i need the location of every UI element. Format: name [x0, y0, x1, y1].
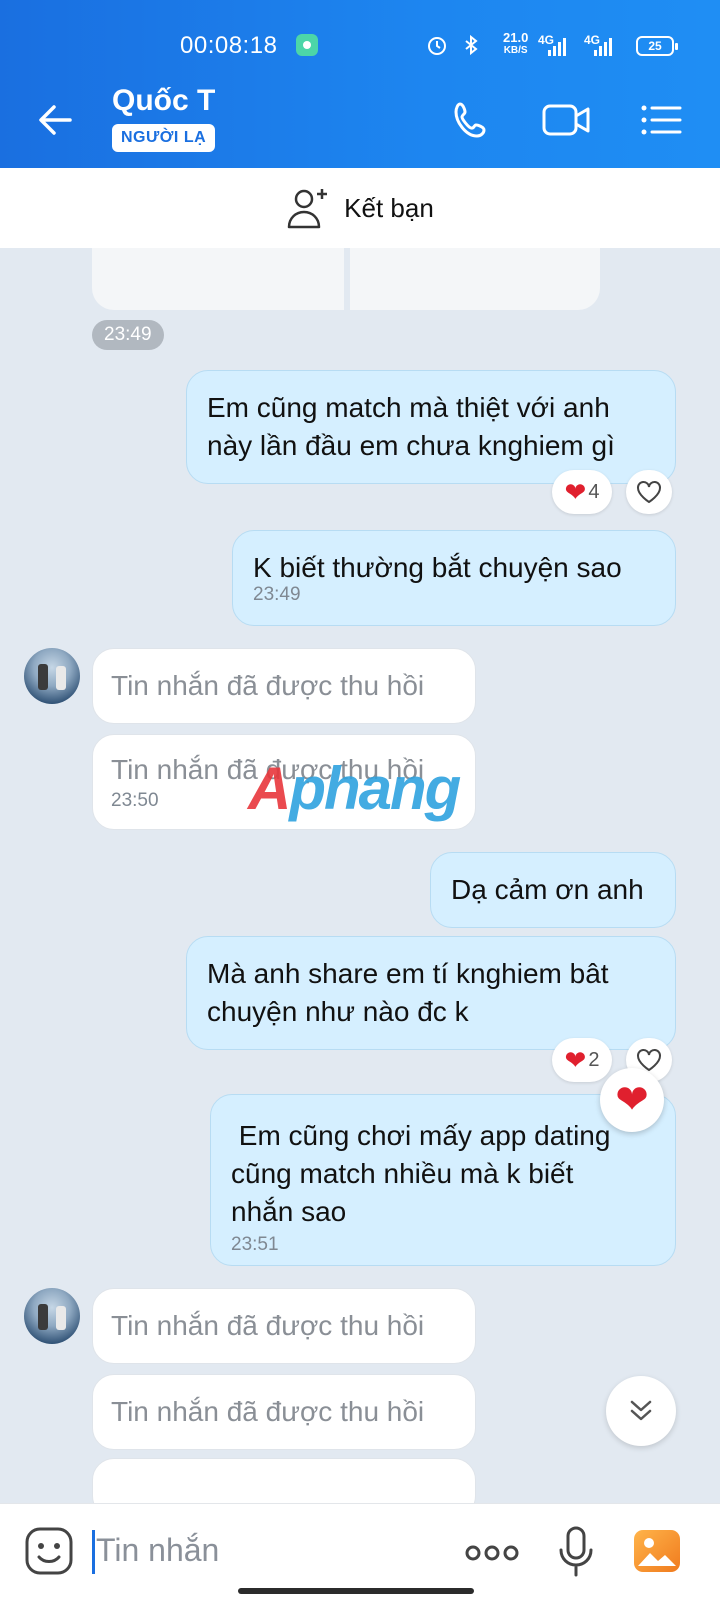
image-gallery-icon: [634, 1530, 680, 1572]
heart-reaction-button[interactable]: ❤: [600, 1068, 664, 1132]
menu-button[interactable]: [632, 92, 688, 148]
message-text: này lần đầu em chưa knghiem gì: [207, 430, 615, 461]
arrow-left-icon: [39, 105, 72, 135]
speed-unit: KB/S: [503, 45, 528, 56]
speed-value: 21.0: [503, 30, 529, 45]
message-bubble[interactable]: K biết thường bắt chuyện sao 23:49: [232, 530, 676, 626]
recalled-message[interactable]: Tin nhắn đã được thu hồi: [92, 1374, 476, 1450]
network-speed: 21.0 KB/S: [503, 31, 528, 57]
message-input[interactable]: Tin nhắn: [96, 1532, 219, 1569]
reaction-summary[interactable]: ❤ 2: [552, 1038, 612, 1082]
message-time: 23:51: [231, 1234, 279, 1255]
heart-icon: ❤: [564, 1044, 587, 1075]
signal-icon-2: [594, 38, 612, 56]
message-text: Dạ cảm ơn anh: [451, 874, 644, 905]
stranger-badge: NGƯỜI LẠ: [112, 124, 216, 152]
gallery-button[interactable]: [632, 1526, 682, 1576]
watermark-logo: Aphang: [248, 755, 461, 822]
video-call-button[interactable]: [538, 92, 594, 148]
top-bar: 00:08:18 21.0 KB/S 4G 4G 25 Quốc T NGƯỜI…: [0, 0, 720, 168]
message-text: nhắn sao: [231, 1196, 347, 1227]
message-bubble[interactable]: Em cũng match mà thiệt với anh này lần đ…: [186, 370, 676, 484]
status-bar: 00:08:18 21.0 KB/S 4G 4G 25: [0, 0, 720, 72]
heart-icon: ❤: [564, 476, 587, 507]
recalled-message[interactable]: Tin nhắn đã được thu hồi: [92, 1288, 476, 1364]
voice-call-button[interactable]: [444, 92, 500, 148]
recalled-text: Tin nhắn đã được thu hồi: [111, 1310, 425, 1341]
app-notification-icon: [296, 34, 318, 56]
contact-name[interactable]: Quốc T: [112, 84, 215, 118]
message-text: Mà anh share em tí knghiem bât: [207, 958, 609, 989]
image-attachment[interactable]: [350, 248, 600, 310]
emoji-icon: [25, 1527, 73, 1575]
signal-icon: [548, 38, 566, 56]
heart-outline-icon: [637, 481, 661, 504]
bluetooth-icon: [460, 34, 482, 61]
composer-bar: Tin nhắn: [0, 1503, 720, 1600]
chat-header: Quốc T NGƯỜI LẠ: [0, 72, 720, 168]
add-friend-button[interactable]: Kết bạn: [0, 168, 720, 248]
message-bubble[interactable]: Mà anh share em tí knghiem bât chuyện nh…: [186, 936, 676, 1050]
image-attachment[interactable]: [92, 248, 344, 310]
message-list[interactable]: 23:49 Em cũng match mà thiệt với anh này…: [0, 248, 720, 1503]
add-friend-label: Kết bạn: [344, 192, 434, 223]
back-button[interactable]: [30, 94, 82, 146]
scroll-to-bottom-button[interactable]: [606, 1376, 676, 1446]
more-dots-icon: [465, 1545, 519, 1561]
list-menu-icon: [641, 105, 682, 135]
recalled-message[interactable]: Tin nhắn đã được thu hồi: [92, 648, 476, 724]
home-indicator[interactable]: [238, 1588, 474, 1594]
message-text: Em cũng chơi mấy app dating: [231, 1120, 611, 1151]
message-text: K biết thường bắt chuyện sao: [253, 552, 622, 583]
reaction-summary[interactable]: ❤ 4: [552, 470, 612, 514]
timestamp-pill: 23:49: [92, 320, 164, 350]
message-text: Em cũng match mà thiệt với anh: [207, 392, 610, 423]
sticker-button[interactable]: [24, 1526, 74, 1576]
message-text: cũng match nhiều mà k biết: [231, 1158, 574, 1189]
message-bubble[interactable]: [92, 1458, 476, 1503]
phone-icon: [454, 102, 486, 138]
avatar[interactable]: [24, 1288, 80, 1344]
react-button[interactable]: [626, 470, 672, 514]
alarm-icon: [426, 34, 448, 61]
voice-message-button[interactable]: [556, 1524, 596, 1580]
message-text: chuyện như nào đc k: [207, 996, 469, 1027]
microphone-icon: [559, 1526, 593, 1577]
heart-icon: ❤: [615, 1078, 649, 1122]
add-user-icon: [287, 189, 328, 229]
double-chevron-down-icon: [630, 1400, 652, 1421]
message-bubble[interactable]: Dạ cảm ơn anh: [430, 852, 676, 928]
recalled-text: Tin nhắn đã được thu hồi: [111, 670, 425, 701]
battery-icon: 25: [636, 36, 678, 56]
more-options-button[interactable]: [464, 1538, 520, 1568]
reaction-count: 2: [588, 1048, 600, 1071]
avatar[interactable]: [24, 648, 80, 704]
text-cursor: [92, 1530, 95, 1574]
reaction-count: 4: [588, 480, 600, 503]
status-time: 00:08:18: [180, 32, 278, 59]
recalled-text: Tin nhắn đã được thu hồi: [111, 1396, 425, 1427]
video-camera-icon: [542, 104, 590, 136]
